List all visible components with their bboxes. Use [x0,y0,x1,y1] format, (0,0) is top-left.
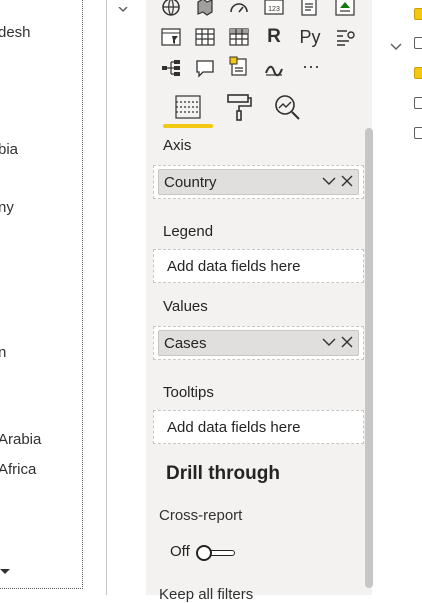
tooltips-well-label: Tooltips [163,384,214,401]
field-checkbox[interactable] [414,37,422,49]
values-well-label: Values [163,298,208,315]
toggle-knob[interactable] [196,545,212,561]
axis-field-pill[interactable]: Country [158,169,359,195]
axis-well[interactable]: Country [153,165,364,199]
axis-well-label: Axis [163,137,192,154]
left-list-item: Arabia [0,431,42,448]
collapse-handle-icon[interactable] [118,0,128,13]
card-icon[interactable]: 123 [263,0,285,18]
r-visual-icon[interactable]: R [263,26,285,48]
legend-well-label: Legend [163,223,214,240]
left-list-item: Africa [0,461,37,478]
format-paint-roller-icon[interactable] [224,92,254,122]
legend-placeholder: Add data fields here [167,258,301,275]
decomposition-tree-icon[interactable] [160,57,182,79]
drill-through-heading: Drill through [166,463,280,484]
table-icon[interactable] [194,26,216,48]
chevron-down-icon[interactable] [322,337,336,347]
filled-map-icon[interactable] [194,0,216,18]
smart-narrative-icon[interactable] [228,55,250,77]
values-well[interactable]: Cases [153,326,364,360]
visual-canvas-pane: desh bia ny n Arabia Africa [0,0,83,589]
field-checkbox-checked[interactable] [414,67,422,79]
fields-tab-icon[interactable] [174,93,204,123]
qa-icon[interactable] [194,57,216,79]
matrix-icon[interactable] [228,26,250,48]
key-influencers-icon[interactable] [334,26,356,48]
remove-field-icon[interactable] [341,336,353,348]
legend-well[interactable]: Add data fields here [153,249,364,283]
remove-field-icon[interactable] [341,175,353,187]
cross-report-toggle-label: Off [170,543,190,560]
gauge-icon[interactable] [228,0,250,18]
left-list-item: desh [0,24,31,41]
left-list-item: ny [0,199,14,216]
analytics-magnifier-icon[interactable] [272,92,302,122]
chevron-down-icon[interactable] [390,38,402,50]
python-visual-icon[interactable]: Py [297,26,323,48]
multi-row-card-icon[interactable] [298,0,320,18]
field-checkbox[interactable] [414,97,422,109]
cross-report-label: Cross-report [159,507,243,524]
globe-map-icon[interactable] [160,0,182,18]
active-tab-indicator [163,124,213,128]
more-visuals-icon[interactable]: ··· [298,55,324,77]
values-field-name: Cases [164,335,207,352]
svg-text:123: 123 [268,6,280,13]
pane-divider [106,0,107,595]
arcgis-map-icon[interactable] [263,57,285,79]
slicer-icon[interactable] [160,26,182,48]
tooltips-well[interactable]: Add data fields here [153,410,364,444]
chevron-down-icon[interactable] [322,176,336,186]
field-checkbox[interactable] [414,127,422,139]
left-list-item: n [0,344,7,361]
scroll-down-arrow-icon[interactable] [0,569,10,574]
axis-field-name: Country [164,174,217,191]
field-checkbox-checked[interactable] [414,8,422,20]
values-field-pill[interactable]: Cases [158,330,359,356]
tooltips-placeholder: Add data fields here [167,419,301,436]
kpi-icon[interactable] [334,0,356,18]
left-list-item: bia [0,141,19,158]
pane-scrollbar[interactable] [365,128,373,588]
